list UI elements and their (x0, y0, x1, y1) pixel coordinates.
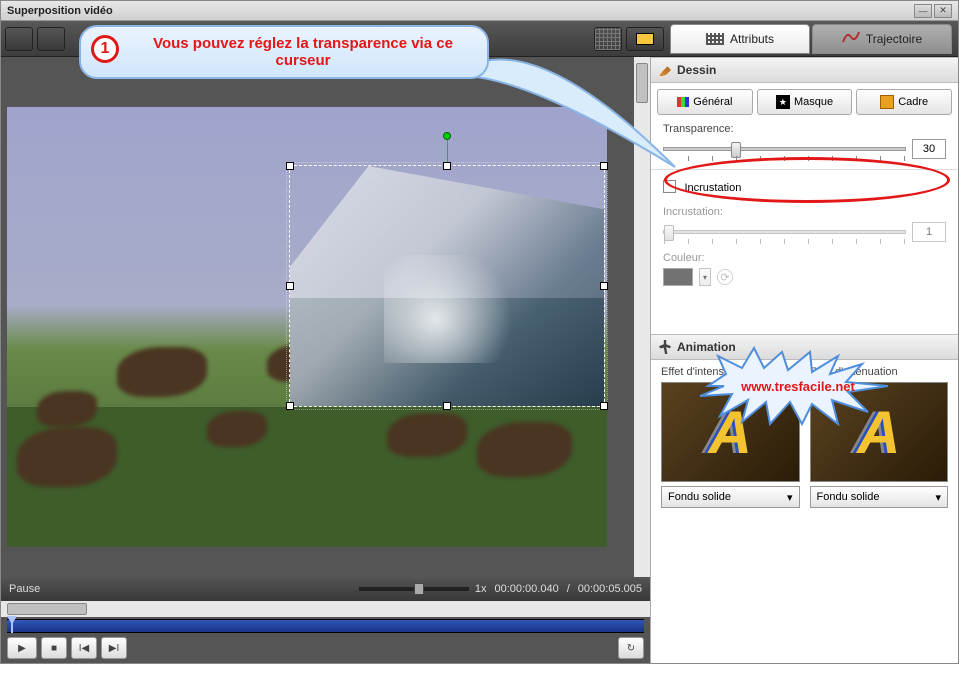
preset-value: Fondu solide (668, 491, 731, 503)
incrustation-value (912, 222, 946, 242)
callout-text: Vous pouvez réglez la transparence via c… (153, 35, 453, 69)
color-label: Couleur: (663, 252, 946, 264)
frame-icon (880, 95, 894, 109)
play-button[interactable]: ▶ (7, 637, 37, 659)
subtab-masque[interactable]: ★ Masque (757, 89, 853, 115)
resize-handle[interactable] (286, 282, 294, 290)
playback-status-bar: Pause 1x 00:00:00.040 / 00:00:05.005 (1, 577, 650, 601)
subtab-label: Masque (794, 96, 833, 108)
playback-status: Pause (9, 583, 40, 595)
subtab-label: Cadre (898, 96, 928, 108)
time-separator: / (567, 583, 570, 595)
preview-scrollbar-horizontal[interactable] (1, 601, 650, 617)
attributes-icon (706, 33, 724, 45)
timeline[interactable] (7, 619, 644, 633)
speed-slider[interactable]: 1x (48, 583, 486, 595)
trajectory-icon (842, 30, 860, 47)
speed-value: 1x (475, 583, 487, 595)
close-button[interactable]: ✕ (934, 4, 952, 18)
incrustation-slider-label: Incrustation: (663, 206, 946, 218)
transparency-value[interactable] (912, 139, 946, 159)
star-icon: ★ (776, 95, 790, 109)
chevron-down-icon: ▾ (787, 491, 793, 504)
subtab-cadre[interactable]: Cadre (856, 89, 952, 115)
prev-frame-button[interactable]: I◀ (71, 637, 97, 659)
section-dessin-header[interactable]: Dessin (651, 57, 958, 83)
callout-number: 1 (91, 35, 119, 63)
animation-icon (659, 340, 671, 354)
next-frame-button[interactable]: ▶I (101, 637, 127, 659)
toolbar-button[interactable] (37, 27, 65, 51)
title-bar: Superposition vidéo — ✕ (1, 1, 958, 21)
preset-value: Fondu solide (817, 491, 880, 503)
color-picker-button: ⟳ (717, 269, 733, 285)
minimize-button[interactable]: — (914, 4, 932, 18)
transparency-slider[interactable] (663, 147, 906, 151)
timeline-marker[interactable] (7, 616, 17, 633)
resize-handle[interactable] (600, 282, 608, 290)
stop-button[interactable]: ■ (41, 637, 67, 659)
resize-handle[interactable] (286, 402, 294, 410)
tab-trajectory[interactable]: Trajectoire (812, 24, 952, 54)
total-time: 00:00:05.005 (578, 583, 642, 595)
loop-button[interactable]: ↻ (618, 637, 644, 659)
color-swatch (663, 268, 693, 286)
current-time: 00:00:00.040 (494, 583, 558, 595)
annotation-starburst: www.tresfacile.net (698, 346, 898, 426)
transparency-label: Transparence: (663, 123, 946, 135)
window-title: Superposition vidéo (7, 5, 912, 17)
annotation-callout: 1 Vous pouvez réglez la transparence via… (79, 25, 489, 79)
toolbar-button[interactable] (5, 27, 33, 51)
tab-label: Trajectoire (866, 32, 922, 46)
resize-handle[interactable] (600, 402, 608, 410)
chevron-down-icon: ▾ (935, 491, 941, 504)
intensification-preset-dropdown[interactable]: Fondu solide ▾ (661, 486, 800, 508)
incrustation-slider (663, 230, 906, 234)
resize-handle[interactable] (443, 402, 451, 410)
subtab-label: Général (693, 96, 732, 108)
playback-controls: ▶ ■ I◀ ▶I ↻ (1, 633, 650, 663)
attenuation-preset-dropdown[interactable]: Fondu solide ▾ (810, 486, 949, 508)
starburst-text: www.tresfacile.net (741, 379, 855, 394)
overlay-selection[interactable] (289, 165, 605, 407)
color-dropdown: ▾ (699, 268, 711, 286)
resize-handle[interactable] (286, 162, 294, 170)
tab-label: Attributs (730, 32, 774, 46)
